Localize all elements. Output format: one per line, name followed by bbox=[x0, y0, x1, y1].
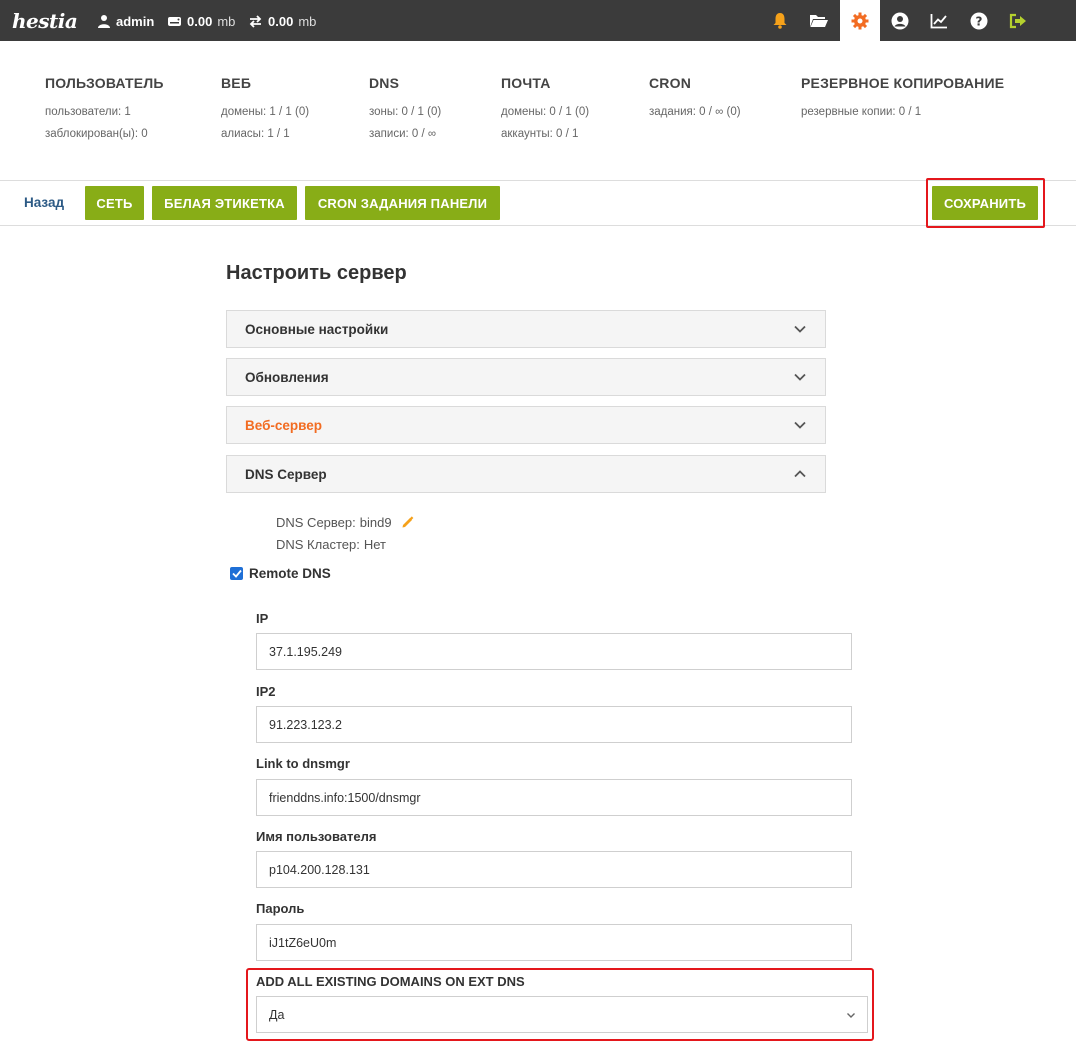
overview-web-title: ВЕБ bbox=[221, 75, 252, 91]
file-manager-button[interactable] bbox=[799, 0, 839, 41]
bandwidth-value: 0.00 bbox=[268, 13, 294, 29]
section-updates-label: Обновления bbox=[245, 369, 329, 385]
overview-user[interactable]: ПОЛЬЗОВАТЕЛЬ пользователи: 1 заблокирова… bbox=[45, 75, 164, 150]
panel-cron-jobs-button[interactable]: CRON ЗАДАНИЯ ПАНЕЛИ bbox=[305, 186, 500, 220]
dnsmgr-link-input[interactable] bbox=[256, 779, 852, 816]
checkmark-icon bbox=[231, 569, 242, 578]
whitelabel-button[interactable]: БЕЛАЯ ЭТИКЕТКА bbox=[152, 186, 297, 220]
chart-line-icon bbox=[930, 13, 947, 28]
section-updates[interactable]: Обновления bbox=[226, 358, 826, 396]
page-title: Настроить сервер bbox=[226, 262, 407, 284]
remote-dns-label: Remote DNS bbox=[249, 566, 331, 581]
pencil-icon bbox=[402, 515, 414, 528]
overview-backup-title: РЕЗЕРВНОЕ КОПИРОВАНИЕ bbox=[801, 75, 1005, 91]
user-indicator[interactable]: admin bbox=[97, 12, 154, 30]
section-basic-settings-label: Основные настройки bbox=[245, 321, 389, 337]
question-circle-icon: ? bbox=[970, 12, 988, 29]
overview-dns-title: DNS bbox=[369, 75, 400, 91]
top-bar: hestia admin 0.00 mb 0.00 mb ? bbox=[0, 0, 1076, 41]
user-circle-icon bbox=[891, 12, 909, 29]
help-button[interactable]: ? bbox=[959, 0, 999, 41]
bandwidth-unit: mb bbox=[298, 13, 317, 29]
logout-button[interactable] bbox=[998, 0, 1038, 41]
password-label: Пароль bbox=[256, 901, 305, 916]
username-input[interactable] bbox=[256, 851, 852, 888]
section-dns-server-label: DNS Сервер bbox=[245, 466, 327, 482]
server-settings-button[interactable] bbox=[840, 0, 880, 41]
add-existing-domains-label: ADD ALL EXISTING DOMAINS ON EXT DNS bbox=[256, 974, 525, 989]
action-toolbar: Назад СЕТЬ БЕЛАЯ ЭТИКЕТКА CRON ЗАДАНИЯ П… bbox=[0, 178, 1076, 228]
overview-mail-domains: домены: 0 / 1 (0) bbox=[501, 106, 590, 118]
save-button[interactable]: СОХРАНИТЬ bbox=[932, 186, 1038, 220]
overview-web[interactable]: ВЕБ домены: 1 / 1 (0) алиасы: 1 / 1 bbox=[221, 75, 309, 150]
chevron-up-icon bbox=[794, 470, 806, 478]
overview-cron-jobs: задания: 0 / ∞ (0) bbox=[649, 106, 741, 118]
user-icon bbox=[98, 15, 110, 28]
user-profile-button[interactable] bbox=[880, 0, 920, 41]
overview-user-users: пользователи: 1 bbox=[45, 106, 131, 118]
chevron-down-icon bbox=[794, 421, 806, 429]
overview-cron[interactable]: CRON задания: 0 / ∞ (0) bbox=[649, 75, 741, 128]
ip-label: IP bbox=[256, 611, 269, 626]
dnsmgr-link-label: Link to dnsmgr bbox=[256, 756, 350, 771]
remote-dns-checkbox[interactable] bbox=[230, 567, 243, 580]
overview-backup[interactable]: РЕЗЕРВНОЕ КОПИРОВАНИЕ резервные копии: 0… bbox=[801, 75, 1004, 128]
overview-mail-title: ПОЧТА bbox=[501, 75, 551, 91]
remote-dns-row: Remote DNS bbox=[230, 566, 331, 581]
overview-dns-zones: зоны: 0 / 1 (0) bbox=[369, 106, 442, 118]
dns-server-info: DNS Сервер: bind9 bbox=[276, 515, 414, 532]
statistics-button[interactable] bbox=[919, 0, 959, 41]
edit-dns-server-button[interactable] bbox=[401, 515, 414, 532]
section-dns-server[interactable]: DNS Сервер bbox=[226, 455, 826, 493]
sign-out-icon bbox=[1009, 13, 1026, 28]
password-input[interactable] bbox=[256, 924, 852, 961]
overview-cron-title: CRON bbox=[649, 75, 692, 91]
username-label: admin bbox=[116, 13, 155, 29]
network-button[interactable]: СЕТЬ bbox=[85, 186, 144, 220]
svg-text:?: ? bbox=[976, 14, 983, 28]
section-basic-settings[interactable]: Основные настройки bbox=[226, 310, 826, 348]
section-web-server[interactable]: Веб-сервер bbox=[226, 406, 826, 444]
username-field-label: Имя пользователя bbox=[256, 829, 377, 844]
ip-input[interactable] bbox=[256, 633, 852, 670]
disk-usage: 0.00 mb bbox=[167, 12, 235, 30]
disk-usage-unit: mb bbox=[217, 13, 236, 29]
ip2-input[interactable] bbox=[256, 706, 852, 743]
overview-backup-count: резервные копии: 0 / 1 bbox=[801, 106, 922, 118]
dns-cluster-info: DNS Кластер: Нет bbox=[276, 537, 386, 552]
chevron-down-icon bbox=[794, 373, 806, 381]
disk-usage-value: 0.00 bbox=[187, 13, 213, 29]
chevron-down-icon bbox=[847, 1013, 855, 1018]
overview-user-title: ПОЛЬЗОВАТЕЛЬ bbox=[45, 75, 164, 91]
section-web-server-label: Веб-сервер bbox=[245, 417, 323, 433]
overview-web-domains: домены: 1 / 1 (0) bbox=[221, 106, 310, 118]
account-overview: ПОЛЬЗОВАТЕЛЬ пользователи: 1 заблокирова… bbox=[0, 41, 1076, 181]
back-link[interactable]: Назад bbox=[24, 195, 64, 210]
add-existing-domains-value: Да bbox=[269, 1007, 285, 1022]
hdd-icon bbox=[168, 16, 181, 26]
overview-web-aliases: алиасы: 1 / 1 bbox=[221, 128, 290, 140]
chevron-down-icon bbox=[794, 325, 806, 333]
overview-mail-accounts: аккаунты: 0 / 1 bbox=[501, 128, 579, 140]
gear-icon bbox=[851, 12, 869, 29]
dns-cluster-info-label: DNS Кластер: bbox=[276, 537, 360, 552]
bell-icon bbox=[773, 13, 787, 29]
notifications-button[interactable] bbox=[760, 0, 800, 41]
overview-mail[interactable]: ПОЧТА домены: 0 / 1 (0) аккаунты: 0 / 1 bbox=[501, 75, 589, 150]
ip2-label: IP2 bbox=[256, 684, 276, 699]
bandwidth-usage: 0.00 mb bbox=[248, 12, 316, 30]
overview-dns-records: записи: 0 / ∞ bbox=[369, 128, 437, 140]
exchange-arrows-icon bbox=[249, 14, 262, 28]
overview-dns[interactable]: DNS зоны: 0 / 1 (0) записи: 0 / ∞ bbox=[369, 75, 441, 150]
dns-server-info-label: DNS Сервер: bbox=[276, 515, 356, 530]
dns-server-info-value: bind9 bbox=[359, 515, 392, 530]
dns-cluster-info-value: Нет bbox=[363, 537, 386, 552]
overview-user-suspended: заблокирован(ы): 0 bbox=[45, 128, 148, 140]
add-existing-domains-select[interactable]: Да bbox=[256, 996, 868, 1033]
hestia-logo[interactable]: hestia bbox=[12, 8, 78, 34]
folder-open-icon bbox=[810, 15, 828, 27]
